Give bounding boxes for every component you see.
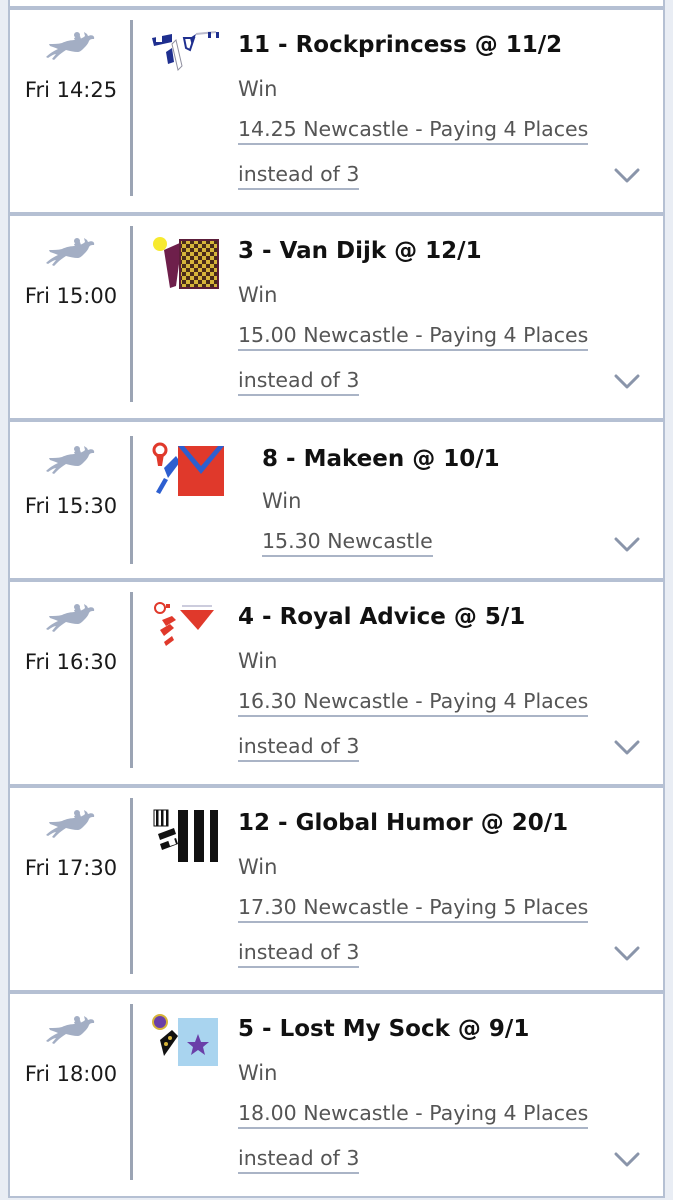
- race-time: Fri 15:00: [24, 284, 118, 308]
- vertical-divider: [130, 798, 133, 974]
- event-link[interactable]: 16.30 Newcastle - Paying 4 Places: [238, 688, 589, 717]
- race-time-column: Fri 15:00: [10, 216, 132, 418]
- race-time-column: Fri 18:00: [10, 994, 132, 1196]
- horse-racing-icon: [46, 32, 95, 60]
- event-link[interactable]: 15.30 Newcastle: [262, 528, 433, 557]
- red-blue-chevron-silks-icon: [152, 442, 224, 496]
- horse-racing-icon: [46, 238, 95, 266]
- vertical-divider: [130, 1004, 133, 1180]
- bet-card[interactable]: Fri 16:30 4 - Royal Advice @ 5/1 Win 16.…: [8, 580, 665, 786]
- vertical-divider: [130, 226, 133, 402]
- event-link-continued[interactable]: instead of 3: [238, 367, 360, 396]
- race-time: Fri 14:25: [24, 78, 118, 102]
- race-time: Fri 17:30: [24, 856, 118, 880]
- navy-white-jockey-silks-icon: [152, 31, 219, 71]
- event-link[interactable]: 14.25 Newcastle - Paying 4 Places: [238, 116, 589, 145]
- chevron-down-icon[interactable]: [613, 1151, 641, 1169]
- selection-title: 11 - Rockprincess @ 11/2: [238, 32, 563, 58]
- bet-list-page: Fri 14:25 11 - Rockprincess @ 11/2 Win 1…: [0, 0, 673, 1200]
- market-type: Win: [238, 77, 278, 101]
- selection-title: 5 - Lost My Sock @ 9/1: [238, 1016, 530, 1042]
- chevron-down-icon[interactable]: [613, 739, 641, 757]
- event-link[interactable]: 17.30 Newcastle - Paying 5 Places: [238, 894, 589, 923]
- bet-card[interactable]: Fri 15:30 8 - Makeen @ 10/1 Win 15.30 Ne…: [8, 420, 665, 580]
- selection-title: 8 - Makeen @ 10/1: [262, 446, 500, 472]
- bet-card[interactable]: Fri 17:30 12 - Global Humor @ 20/1 Win 1…: [8, 786, 665, 992]
- black-white-stripe-silks-icon: [153, 809, 218, 862]
- selection-title: 4 - Royal Advice @ 5/1: [238, 604, 526, 630]
- horse-racing-icon: [46, 1016, 95, 1044]
- vertical-divider: [130, 436, 133, 564]
- horse-racing-icon: [46, 810, 95, 838]
- chevron-down-icon[interactable]: [613, 167, 641, 185]
- event-link-continued[interactable]: instead of 3: [238, 733, 360, 762]
- vertical-divider: [130, 592, 133, 768]
- horse-racing-icon: [46, 446, 95, 474]
- horse-racing-icon: [46, 604, 95, 632]
- race-time: Fri 15:30: [24, 494, 118, 518]
- race-time-column: Fri 17:30: [10, 788, 132, 990]
- bet-card[interactable]: Fri 18:00 5 - Lost My Sock @ 9/1 Win 18.…: [8, 992, 665, 1198]
- previous-card-edge: [8, 0, 665, 8]
- selection-title: 12 - Global Humor @ 20/1: [238, 810, 569, 836]
- chevron-down-icon[interactable]: [613, 945, 641, 963]
- event-link-continued[interactable]: instead of 3: [238, 939, 360, 968]
- bet-card[interactable]: Fri 15:00 3 - Van Dijk @ 12/1 Win 15.00 …: [8, 214, 665, 420]
- race-time-column: Fri 15:30: [10, 422, 132, 578]
- vertical-divider: [130, 20, 133, 196]
- race-time: Fri 16:30: [24, 650, 118, 674]
- lightblue-purple-star-silks-icon: [152, 1014, 218, 1066]
- market-type: Win: [238, 649, 278, 673]
- chevron-down-icon[interactable]: [613, 536, 641, 554]
- selection-title: 3 - Van Dijk @ 12/1: [238, 238, 482, 264]
- chevron-down-icon[interactable]: [613, 373, 641, 391]
- race-time: Fri 18:00: [24, 1062, 118, 1086]
- bet-card[interactable]: Fri 14:25 11 - Rockprincess @ 11/2 Win 1…: [8, 8, 665, 214]
- event-link[interactable]: 15.00 Newcastle - Paying 4 Places: [238, 322, 589, 351]
- race-time-column: Fri 14:25: [10, 10, 132, 212]
- white-red-triangle-silks-icon: [154, 602, 214, 646]
- race-time-column: Fri 16:30: [10, 582, 132, 784]
- event-link[interactable]: 18.00 Newcastle - Paying 4 Places: [238, 1100, 589, 1129]
- event-link-continued[interactable]: instead of 3: [238, 161, 360, 190]
- maroon-yellow-check-silks-icon: [153, 237, 219, 289]
- market-type: Win: [262, 489, 302, 513]
- event-link-continued[interactable]: instead of 3: [238, 1145, 360, 1174]
- market-type: Win: [238, 283, 278, 307]
- market-type: Win: [238, 855, 278, 879]
- market-type: Win: [238, 1061, 278, 1085]
